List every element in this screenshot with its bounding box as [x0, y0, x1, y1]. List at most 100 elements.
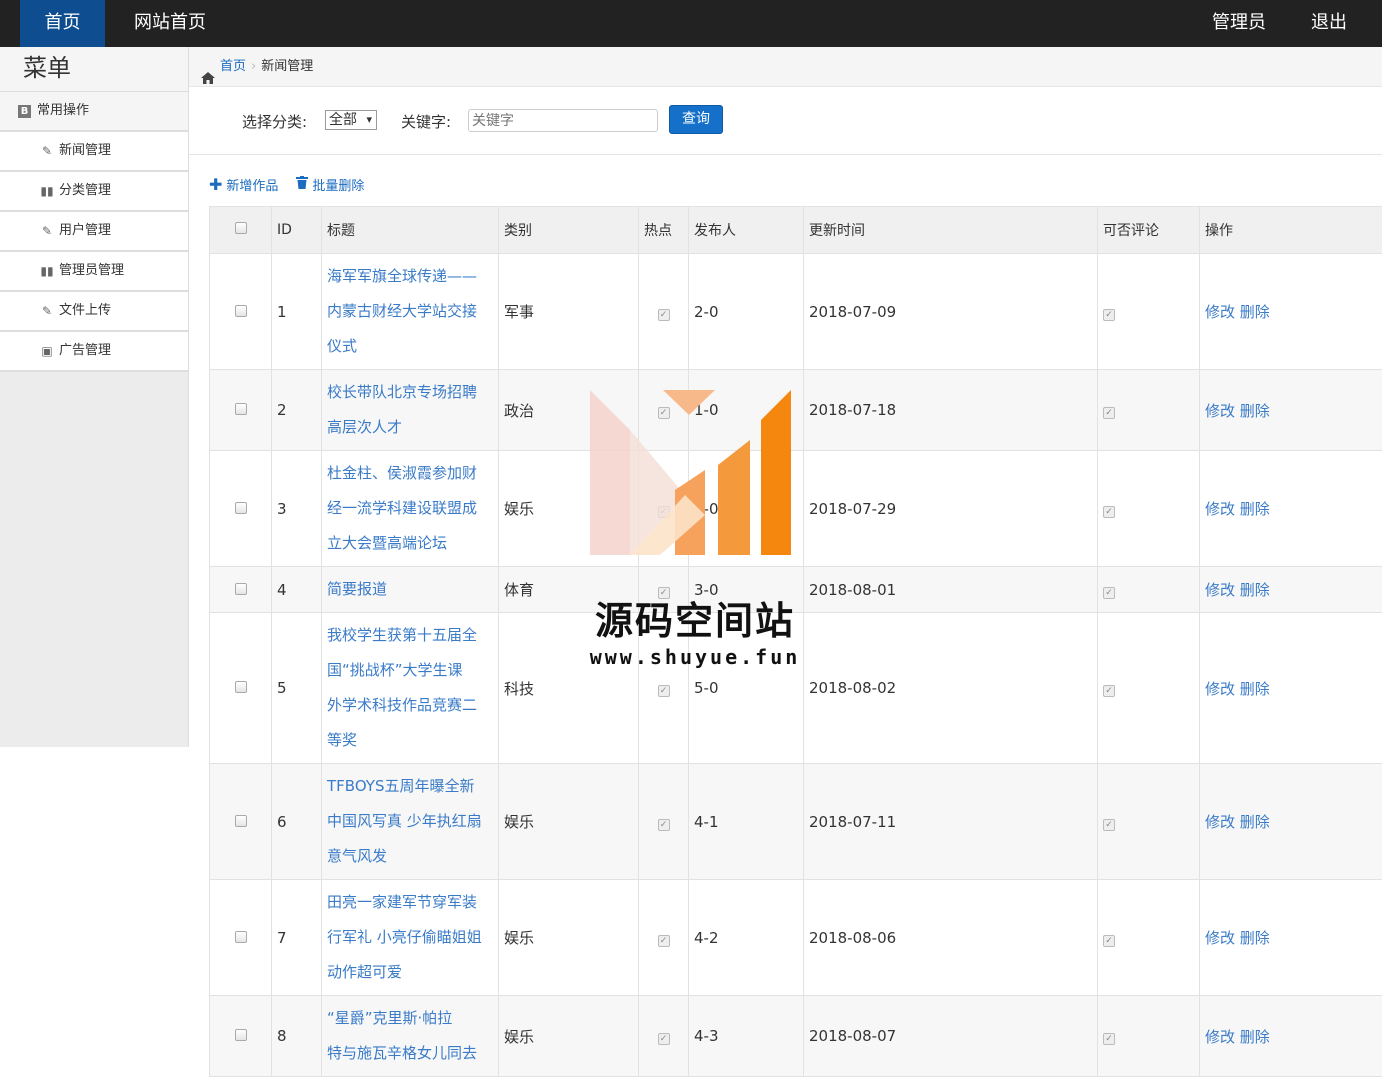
row-title[interactable]: 海军军旗全球传递——内蒙古财经大学站交接仪式	[322, 254, 499, 370]
row-title-line[interactable]: “星爵”克里斯·帕拉	[327, 1001, 493, 1036]
edit-link[interactable]: 修改	[1205, 1028, 1235, 1046]
row-title[interactable]: 田亮一家建军节穿军装行军礼 小亮仔偷瞄姐姐动作超可爱	[322, 880, 499, 996]
delete-link[interactable]: 删除	[1240, 1028, 1270, 1046]
header-updated[interactable]: 更新时间	[804, 207, 1098, 254]
nav-site-home[interactable]: 网站首页	[134, 0, 206, 47]
row-title-line[interactable]: 简要报道	[327, 572, 493, 607]
sidebar-item-category[interactable]: ▮▮ 分类管理	[0, 172, 188, 212]
hot-checkbox: ✓	[658, 685, 670, 697]
sidebar-item-news[interactable]: ✎ 新闻管理	[0, 132, 188, 172]
edit-link[interactable]: 修改	[1205, 813, 1235, 831]
row-title-line[interactable]: 立大会暨高端论坛	[327, 526, 493, 561]
row-title-line[interactable]: TFBOYS五周年曝全新	[327, 769, 493, 804]
row-checkbox[interactable]	[235, 502, 247, 514]
breadcrumb-home[interactable]: 首页	[220, 47, 246, 87]
row-title-line[interactable]: 内蒙古财经大学站交接	[327, 294, 493, 329]
header-category[interactable]: 类别	[499, 207, 639, 254]
row-checkbox[interactable]	[235, 403, 247, 415]
row-checkbox[interactable]	[235, 305, 247, 317]
nav-home[interactable]: 首页	[20, 0, 105, 47]
row-title-line[interactable]: 经一流学科建设联盟成	[327, 491, 493, 526]
row-ops: 修改 删除	[1200, 567, 1382, 613]
sidebar-item-upload[interactable]: ✎ 文件上传	[0, 292, 188, 332]
row-publisher: 2-0	[689, 451, 804, 567]
row-title-line[interactable]: 仪式	[327, 329, 493, 364]
delete-link[interactable]: 删除	[1240, 303, 1270, 321]
delete-link[interactable]: 删除	[1240, 581, 1270, 599]
row-title-line[interactable]: 校长带队北京专场招聘	[327, 375, 493, 410]
row-checkbox[interactable]	[235, 1029, 247, 1041]
select-all-checkbox[interactable]	[235, 222, 247, 234]
row-title-line[interactable]: 海军军旗全球传递——	[327, 259, 493, 294]
row-title[interactable]: 杜金柱、侯淑霞参加财经一流学科建设联盟成立大会暨高端论坛	[322, 451, 499, 567]
row-title-line[interactable]: 高层次人才	[327, 410, 493, 445]
plus-icon: ✚	[209, 175, 222, 194]
row-title-line[interactable]: 行军礼 小亮仔偷瞄姐姐	[327, 920, 493, 955]
row-title-line[interactable]: 田亮一家建军节穿军装	[327, 885, 493, 920]
breadcrumb-separator: ›	[251, 47, 256, 87]
row-ops: 修改 删除	[1200, 254, 1382, 370]
header-id[interactable]: ID	[272, 207, 322, 254]
nav-logout[interactable]: 退出	[1311, 0, 1347, 46]
delete-link[interactable]: 删除	[1240, 402, 1270, 420]
row-title-line[interactable]: 中国风写真 少年执红扇	[327, 804, 493, 839]
sidebar-group[interactable]: B 常用操作	[0, 92, 188, 132]
row-checkbox[interactable]	[235, 681, 247, 693]
delete-link[interactable]: 删除	[1240, 680, 1270, 698]
query-button[interactable]: 查询	[669, 105, 723, 134]
row-title-line[interactable]: 动作超可爱	[327, 955, 493, 990]
delete-link[interactable]: 删除	[1240, 500, 1270, 518]
batch-delete-button[interactable]: 批量删除	[296, 175, 364, 194]
books-icon: ▮▮	[40, 265, 54, 277]
header-commentable[interactable]: 可否评论	[1098, 207, 1200, 254]
header-ops[interactable]: 操作	[1200, 207, 1382, 254]
row-title[interactable]: 简要报道	[322, 567, 499, 613]
row-title[interactable]: 我校学生获第十五届全国“挑战杯”大学生课外学术科技作品竞赛二等奖	[322, 613, 499, 764]
row-checkbox[interactable]	[235, 815, 247, 827]
row-title[interactable]: “星爵”克里斯·帕拉特与施瓦辛格女儿同去	[322, 996, 499, 1077]
delete-link[interactable]: 删除	[1240, 813, 1270, 831]
nav-admin[interactable]: 管理员	[1212, 0, 1266, 46]
row-date: 2018-07-18	[804, 370, 1098, 451]
news-table: ID 标题 类别 热点 发布人 更新时间 可否评论 操作 1海军军旗全球传递——…	[209, 206, 1382, 1077]
row-commentable: ✓	[1098, 254, 1200, 370]
sidebar-item-ads[interactable]: ▣ 广告管理	[0, 332, 188, 372]
edit-link[interactable]: 修改	[1205, 581, 1235, 599]
add-button[interactable]: ✚ 新增作品	[209, 175, 278, 194]
row-title[interactable]: TFBOYS五周年曝全新中国风写真 少年执红扇意气风发	[322, 764, 499, 880]
brush-icon: ✎	[40, 145, 54, 157]
edit-link[interactable]: 修改	[1205, 303, 1235, 321]
row-date: 2018-08-07	[804, 996, 1098, 1077]
sidebar-item-admins[interactable]: ▮▮ 管理员管理	[0, 252, 188, 292]
edit-link[interactable]: 修改	[1205, 500, 1235, 518]
edit-link[interactable]: 修改	[1205, 680, 1235, 698]
delete-link[interactable]: 删除	[1240, 929, 1270, 947]
row-publisher: 3-0	[689, 567, 804, 613]
row-title-line[interactable]: 外学术科技作品竞赛二	[327, 688, 493, 723]
row-category: 军事	[499, 254, 639, 370]
row-publisher: 4-1	[689, 764, 804, 880]
header-title[interactable]: 标题	[322, 207, 499, 254]
brush-icon: ✎	[40, 305, 54, 317]
row-checkbox[interactable]	[235, 931, 247, 943]
row-hot: ✓	[639, 567, 689, 613]
row-checkbox[interactable]	[235, 583, 247, 595]
row-commentable: ✓	[1098, 880, 1200, 996]
sidebar-item-users[interactable]: ✎ 用户管理	[0, 212, 188, 252]
edit-link[interactable]: 修改	[1205, 402, 1235, 420]
header-hot[interactable]: 热点	[639, 207, 689, 254]
row-title-line[interactable]: 我校学生获第十五届全	[327, 618, 493, 653]
row-title-line[interactable]: 意气风发	[327, 839, 493, 874]
row-title-line[interactable]: 等奖	[327, 723, 493, 758]
row-title-line[interactable]: 国“挑战杯”大学生课	[327, 653, 493, 688]
category-select[interactable]: 全部	[325, 110, 377, 130]
row-title[interactable]: 校长带队北京专场招聘高层次人才	[322, 370, 499, 451]
header-publisher[interactable]: 发布人	[689, 207, 804, 254]
row-title-line[interactable]: 特与施瓦辛格女儿同去	[327, 1036, 493, 1071]
row-select-cell	[210, 567, 272, 613]
edit-link[interactable]: 修改	[1205, 929, 1235, 947]
keyword-input[interactable]	[468, 109, 658, 132]
select-all-cell	[210, 207, 272, 254]
row-ops: 修改 删除	[1200, 880, 1382, 996]
row-title-line[interactable]: 杜金柱、侯淑霞参加财	[327, 456, 493, 491]
